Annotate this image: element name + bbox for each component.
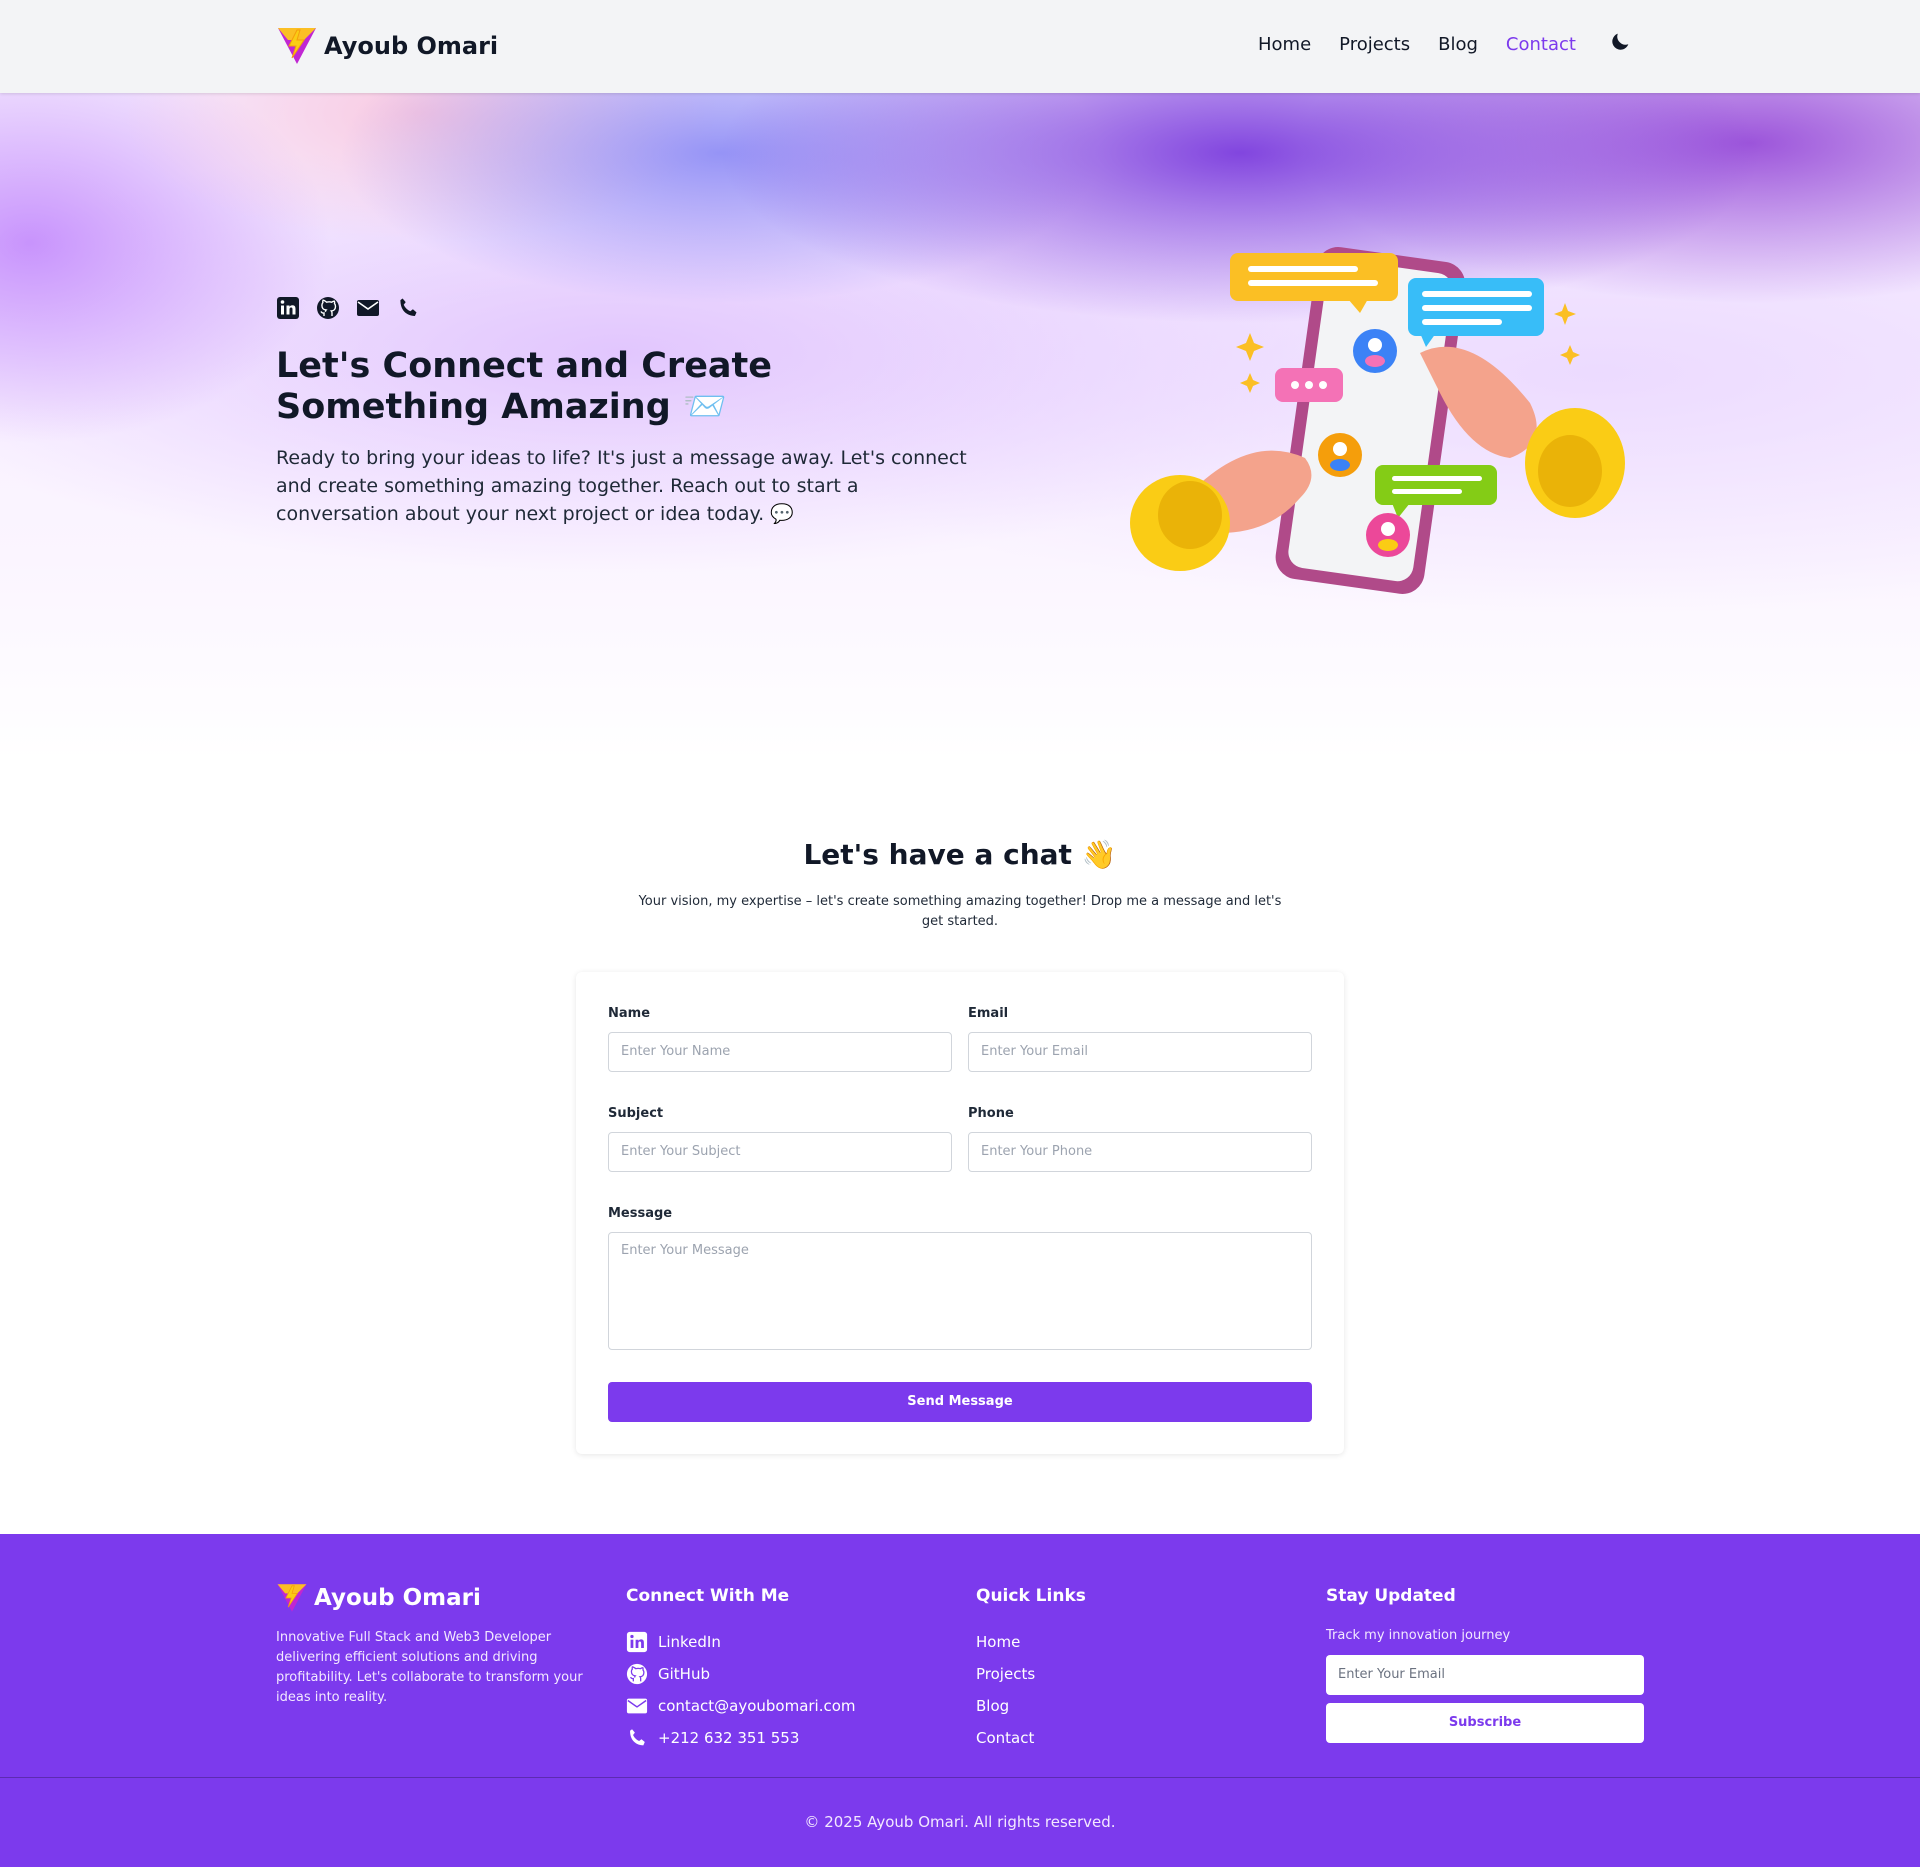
footer-link-projects[interactable]: Projects bbox=[976, 1658, 1035, 1690]
logo-icon bbox=[277, 1584, 307, 1612]
footer-phone-label: +212 632 351 553 bbox=[658, 1729, 800, 1747]
newsletter-heading: Stay Updated bbox=[1326, 1586, 1456, 1606]
hero-section: Let's Connect and Create Something Amazi… bbox=[0, 93, 1920, 760]
nav-links: Home Projects Blog Contact bbox=[1258, 34, 1576, 55]
contact-form: Name Enter Your Name Email Enter Your Em… bbox=[576, 972, 1344, 1454]
footer-link-home[interactable]: Home bbox=[976, 1626, 1035, 1658]
moon-icon[interactable] bbox=[1610, 30, 1636, 56]
phone-label: Phone bbox=[968, 1106, 1014, 1121]
subject-input[interactable]: Enter Your Subject bbox=[608, 1132, 952, 1172]
envelope-icon[interactable] bbox=[356, 296, 381, 321]
footer-brand[interactable]: Ayoub Omari bbox=[276, 1582, 481, 1614]
hero-social-icons bbox=[276, 296, 421, 321]
email-input[interactable]: Enter Your Email bbox=[968, 1032, 1312, 1072]
subject-label: Subject bbox=[608, 1106, 664, 1121]
message-textarea[interactable]: Enter Your Message bbox=[608, 1232, 1312, 1350]
footer-phone-link[interactable]: +212 632 351 553 bbox=[626, 1722, 856, 1754]
nav-link-contact[interactable]: Contact bbox=[1506, 34, 1576, 55]
footer-email-link[interactable]: contact@ayoubomari.com bbox=[626, 1690, 856, 1722]
envelope-icon bbox=[626, 1695, 648, 1717]
subscribe-button[interactable]: Subscribe bbox=[1326, 1703, 1644, 1743]
message-label: Message bbox=[608, 1206, 673, 1221]
hero-description: Ready to bring your ideas to life? It's … bbox=[276, 447, 967, 525]
name-label: Name bbox=[608, 1006, 651, 1021]
phone-icon[interactable] bbox=[396, 296, 421, 321]
footer-link-blog[interactable]: Blog bbox=[976, 1690, 1035, 1722]
phone-icon bbox=[626, 1727, 648, 1749]
copyright: © 2025 Ayoub Omari. All rights reserved. bbox=[804, 1813, 1116, 1831]
brand-name: Ayoub Omari bbox=[324, 32, 499, 60]
phone-input[interactable]: Enter Your Phone bbox=[968, 1132, 1312, 1172]
nav-link-home[interactable]: Home bbox=[1258, 34, 1311, 55]
footer-brand-name: Ayoub Omari bbox=[314, 1585, 481, 1611]
nav-link-projects[interactable]: Projects bbox=[1339, 34, 1410, 55]
connect-heading: Connect With Me bbox=[626, 1586, 790, 1606]
newsletter-text: Track my innovation journey bbox=[1326, 1628, 1511, 1643]
linkedin-icon[interactable] bbox=[276, 296, 301, 321]
github-icon bbox=[626, 1663, 648, 1685]
chat-phone-illustration bbox=[1130, 247, 1625, 594]
footer-linkedin-label: LinkedIn bbox=[658, 1633, 721, 1651]
quick-links-list: Home Projects Blog Contact bbox=[976, 1626, 1035, 1754]
connect-list: LinkedIn GitHub contact@ayoubomari.com +… bbox=[626, 1626, 856, 1754]
chat-section-subtitle: Your vision, my expertise – let's create… bbox=[638, 894, 1282, 929]
footer-github-link[interactable]: GitHub bbox=[626, 1658, 856, 1690]
navbar: Ayoub Omari Home Projects Blog Contact bbox=[0, 0, 1920, 93]
footer-divider bbox=[0, 1777, 1920, 1778]
footer-email-label: contact@ayoubomari.com bbox=[658, 1697, 856, 1715]
footer-description: Innovative Full Stack and Web3 Developer… bbox=[276, 1630, 583, 1705]
email-label: Email bbox=[968, 1006, 1009, 1021]
brand-logo-link[interactable]: Ayoub Omari bbox=[276, 26, 498, 66]
footer: Ayoub Omari Innovative Full Stack and We… bbox=[0, 1534, 1920, 1867]
github-icon[interactable] bbox=[316, 296, 341, 321]
send-message-button[interactable]: Send Message bbox=[608, 1382, 1312, 1422]
hero-title: Let's Connect and Create Something Amazi… bbox=[276, 346, 773, 427]
linkedin-icon bbox=[626, 1631, 648, 1653]
logo-icon bbox=[278, 28, 316, 64]
chat-section-title: Let's have a chat 👋 bbox=[803, 838, 1117, 871]
footer-link-contact[interactable]: Contact bbox=[976, 1722, 1035, 1754]
quick-links-heading: Quick Links bbox=[976, 1586, 1086, 1606]
nav-link-blog[interactable]: Blog bbox=[1438, 34, 1478, 55]
newsletter-email-input[interactable]: Enter Your Email bbox=[1326, 1655, 1644, 1695]
footer-linkedin-link[interactable]: LinkedIn bbox=[626, 1626, 856, 1658]
footer-github-label: GitHub bbox=[658, 1665, 710, 1683]
name-input[interactable]: Enter Your Name bbox=[608, 1032, 952, 1072]
